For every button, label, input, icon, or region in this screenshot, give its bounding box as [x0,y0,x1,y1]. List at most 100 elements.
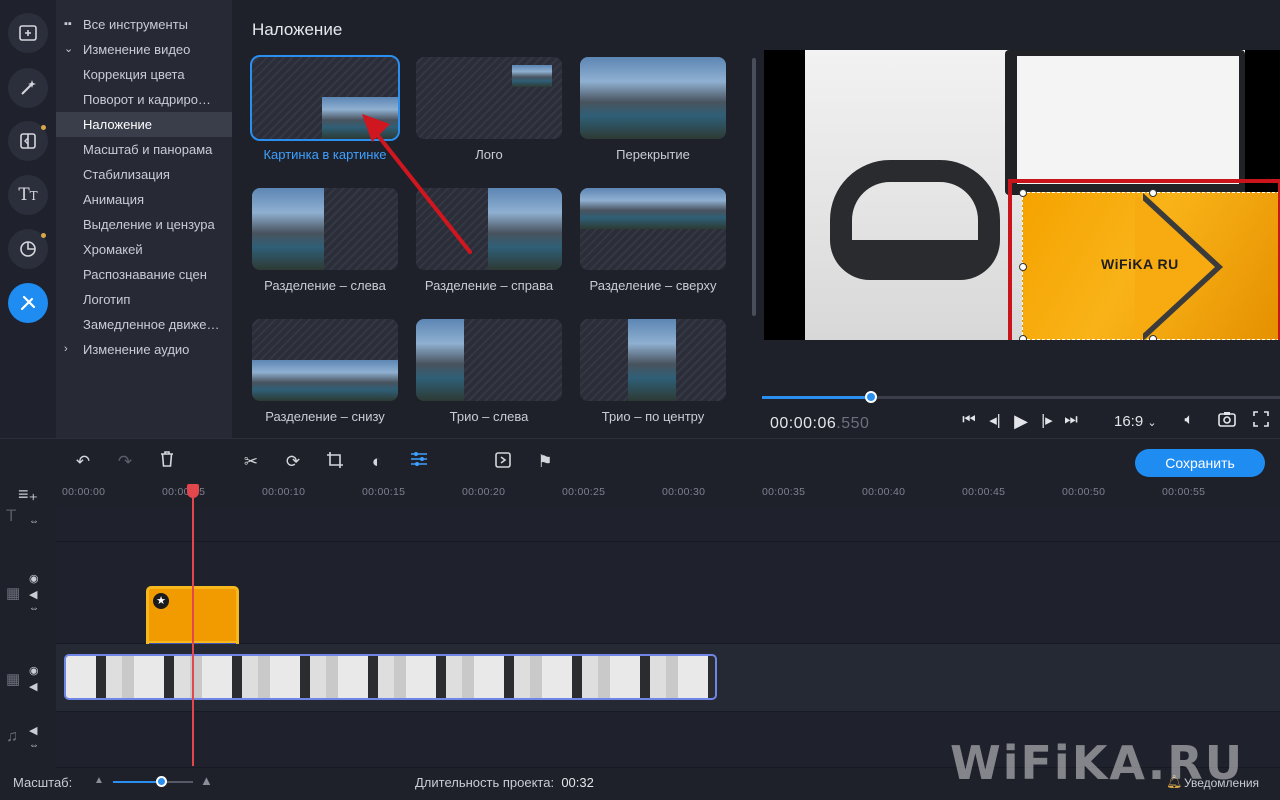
text-track[interactable] [56,506,1280,542]
tree-all-tools[interactable]: ▪▪ Все инструменты [56,12,232,37]
tree-item-slow-motion[interactable]: Замедленное движе… [56,312,232,337]
tree-item-pan-zoom[interactable]: Масштаб и панорама [56,137,232,162]
overlay-card-split-top[interactable]: Разделение – сверху [580,188,726,293]
tools-icon[interactable] [8,283,48,323]
export-frame-icon[interactable] [492,451,514,473]
card-label: Разделение – снизу [265,409,385,424]
overlay-card-cover[interactable]: Перекрытие [580,57,726,162]
marker-flag-icon[interactable]: ⚑ [534,451,556,473]
stickers-icon[interactable] [8,229,48,269]
add-track-icon[interactable]: ≡₊ [18,484,38,505]
panel-title: Наложение [252,20,343,39]
tree-item-overlay[interactable]: Наложение [56,112,232,137]
redo-icon[interactable]: ↷ [114,451,136,473]
tree-item-chroma-key[interactable]: Хромакей [56,237,232,262]
save-button[interactable]: Сохранить [1135,449,1265,477]
ruler-tick: 00:00:55 [1162,486,1206,498]
fullscreen-icon[interactable] [1250,411,1272,431]
zoom-slider[interactable] [113,776,193,787]
tree-group-audio[interactable]: › Изменение аудио [56,337,232,362]
link-icon[interactable]: ⇔ [29,740,39,751]
tree-item-animation[interactable]: Анимация [56,187,232,212]
play-icon[interactable]: ▶ [1010,411,1032,432]
annotation-highlight-frame [1008,179,1280,340]
tree-item-highlight-censor[interactable]: Выделение и цензура [56,212,232,237]
zoom-in-icon[interactable]: ▲ [200,773,213,788]
timeline-toolbar: ↶ ↷ ✂ ⟳ ◐ ⚑ Сохранить [0,438,1280,484]
ruler-tick: 00:00:45 [962,486,1006,498]
headphones-image [830,160,1000,280]
skip-start-icon[interactable]: ⏮ [958,411,980,428]
chevron-right-icon: › [64,343,68,355]
overlay-card-split-bottom[interactable]: Разделение – снизу [252,319,398,424]
overlay-thumb [580,57,726,139]
aspect-ratio-select[interactable]: 16:9 ⌄ [1114,413,1157,430]
clip-properties-icon[interactable] [408,451,430,473]
playhead-handle[interactable] [187,484,199,498]
tree-item-stabilization[interactable]: Стабилизация [56,162,232,187]
project-duration: Длительность проекта: 00:32 [415,775,594,790]
tree-item-color-correction[interactable]: Коррекция цвета [56,62,232,87]
overlay-panel: Наложение Картинка в картинке Лого Перек… [232,0,762,438]
rotate-icon[interactable]: ⟳ [282,451,304,473]
eye-icon[interactable]: ◉ [29,572,39,585]
step-back-icon[interactable]: ◂| [984,411,1006,429]
tree-item-rotate-crop[interactable]: Поворот и кадриро… [56,87,232,112]
step-forward-icon[interactable]: |▸ [1036,411,1058,429]
zoom-knob[interactable] [156,776,167,787]
track-controls: ≡₊ T ⇔ ▦ ◉ ◀ ⇔ ▦ ◉ ◀ ♫ ◀ ⇔ [0,484,56,768]
zoom-fill [113,781,161,783]
overlay-card-trio-center[interactable]: Трио – по центру [580,319,726,424]
watermark-logo: WiFiKA.RU [950,736,1245,790]
overlay-card-trio-left[interactable]: Трио – слева [416,319,562,424]
ruler-tick: 00:00:00 [62,486,106,498]
zoom-out-icon[interactable]: ▲ [94,775,104,786]
ruler-tick: 00:00:15 [362,486,406,498]
card-label: Разделение – сверху [589,278,717,293]
ruler-tick: 00:00:50 [1062,486,1106,498]
timeline-tracks: ★ [56,506,1280,768]
skip-end-icon[interactable]: ⏭ [1060,411,1082,428]
link-icon[interactable]: ⇔ [29,516,39,527]
star-icon: ★ [153,593,169,609]
seek-knob[interactable] [864,391,877,403]
overlay-track[interactable]: ★ [56,542,1280,673]
annotation-arrow-icon [362,114,472,254]
main-video-clip[interactable] [64,654,717,700]
tool-rail: TT [0,0,56,438]
import-files-icon[interactable] [8,13,48,53]
cut-icon[interactable]: ✂ [240,451,262,473]
speaker-icon[interactable]: ◀ [29,588,37,601]
zoom-label: Масштаб: [13,775,73,790]
main-video-track[interactable] [56,644,1280,712]
magic-wand-icon[interactable] [8,68,48,108]
crop-icon[interactable] [324,451,346,473]
transitions-icon[interactable] [8,121,48,161]
chevron-down-icon: ⌄ [64,43,74,55]
timeline-ruler[interactable]: 00:00:00 00:00:05 00:00:10 00:00:15 00:0… [56,484,1280,506]
card-label: Разделение – справа [424,278,554,293]
volume-icon[interactable]: 🔈︎ [1178,411,1200,428]
color-adjust-icon[interactable]: ◐ [366,451,388,473]
grid-icon: ▪▪ [64,18,72,30]
seek-bar[interactable] [762,391,1280,403]
undo-icon[interactable]: ↶ [72,451,94,473]
new-indicator-dot [41,125,46,130]
titles-icon[interactable]: TT [8,175,48,215]
eye-icon[interactable]: ◉ [29,664,39,677]
film-track-icon: ▦ [6,671,21,688]
snapshot-icon[interactable] [1216,411,1238,431]
link-icon[interactable]: ⇔ [29,603,39,614]
tree-group-video[interactable]: ⌄ Изменение видео [56,37,232,62]
playhead[interactable] [187,484,199,766]
delete-icon[interactable] [156,451,178,473]
tree-item-logo[interactable]: Логотип [56,287,232,312]
tools-tree: ▪▪ Все инструменты ⌄ Изменение видео Корре… [56,0,232,438]
text-track-icon: T [6,506,17,525]
tree-item-scene-detection[interactable]: Распознавание сцен [56,262,232,287]
card-label: Перекрытие [616,147,690,162]
video-preview[interactable]: WiFiKA RU [764,50,1280,340]
panel-scrollbar[interactable] [752,58,756,316]
speaker-icon[interactable]: ◀ [29,724,37,737]
speaker-icon[interactable]: ◀ [29,680,37,693]
